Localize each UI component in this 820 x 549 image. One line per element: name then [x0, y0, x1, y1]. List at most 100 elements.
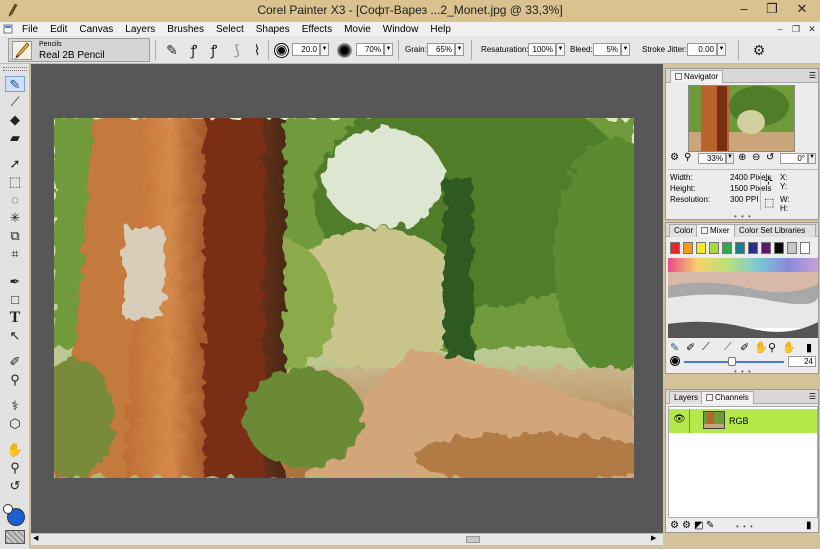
- grabber-icon[interactable]: ✋: [5, 442, 25, 458]
- stroke-jitter-dropdown[interactable]: ▼: [717, 43, 726, 56]
- dodge-icon[interactable]: ⚕: [5, 398, 25, 414]
- menu-layers[interactable]: Layers: [119, 24, 161, 35]
- tab-mixer[interactable]: Mixer: [696, 224, 735, 237]
- dropper-brush-icon[interactable]: ⟆: [228, 41, 246, 59]
- opacity-dropdown[interactable]: ▼: [384, 43, 393, 56]
- swatch-white[interactable]: [800, 242, 810, 254]
- doc-restore-button[interactable]: ❐: [788, 22, 804, 36]
- mixer-grabber-icon[interactable]: ✋: [754, 341, 768, 354]
- panel-close-icon[interactable]: [675, 73, 682, 80]
- swatch-purple[interactable]: [761, 242, 771, 254]
- text-tool-icon[interactable]: T: [5, 310, 25, 326]
- brush-size-slider-thumb[interactable]: [728, 357, 736, 366]
- minimize-button[interactable]: –: [730, 0, 758, 20]
- canvas-workspace[interactable]: [31, 64, 663, 533]
- mixer-pad[interactable]: [668, 258, 818, 338]
- restore-button[interactable]: ❐: [758, 0, 786, 20]
- eraser-tool-icon[interactable]: ▰: [5, 130, 25, 146]
- resaturation-field[interactable]: 100%: [528, 43, 556, 56]
- menu-select[interactable]: Select: [210, 24, 250, 35]
- menu-shapes[interactable]: Shapes: [250, 24, 296, 35]
- panel-resize-grip[interactable]: • • •: [734, 367, 752, 376]
- delete-channel-icon[interactable]: ▮: [806, 520, 812, 531]
- mixer-zoom-icon[interactable]: ⚲: [768, 341, 776, 354]
- menu-file[interactable]: File: [16, 24, 44, 35]
- zoom-in-icon[interactable]: ⊕: [738, 152, 746, 163]
- menu-help[interactable]: Help: [424, 24, 457, 35]
- brush-size-field[interactable]: 24: [788, 356, 816, 367]
- swatch-yellow[interactable]: [696, 242, 706, 254]
- panel-resize-grip[interactable]: • • •: [734, 212, 752, 221]
- zoom-icon[interactable]: ⚲: [684, 152, 691, 163]
- cloner-icon[interactable]: ✐: [5, 354, 25, 370]
- swatch-blue[interactable]: [748, 242, 758, 254]
- apply-color-icon[interactable]: ✎: [670, 341, 679, 354]
- tab-navigator[interactable]: Navigator: [670, 70, 724, 83]
- bleed-field[interactable]: 5%: [593, 43, 621, 56]
- magnifier-icon[interactable]: ⚲: [5, 460, 25, 476]
- swatch-black[interactable]: [774, 242, 784, 254]
- transform-icon[interactable]: ⧉: [5, 228, 25, 244]
- horizontal-scrollbar[interactable]: ◀ ▶: [31, 533, 663, 545]
- dab-icon[interactable]: ✎: [163, 41, 181, 59]
- sample-multiple-icon[interactable]: ⟋: [724, 341, 732, 354]
- panel-menu-icon[interactable]: ☰: [809, 392, 816, 401]
- mix-color-icon[interactable]: ✐: [686, 341, 695, 354]
- swatch-orange[interactable]: [683, 242, 693, 254]
- panel-menu-icon[interactable]: ☰: [809, 71, 816, 80]
- dropper-tool-icon[interactable]: ⟋: [5, 94, 25, 110]
- save-selection-icon[interactable]: ⚙: [682, 520, 691, 531]
- menu-movie[interactable]: Movie: [338, 24, 377, 35]
- mixer-dropper-icon[interactable]: ✐: [740, 341, 749, 354]
- tab-color[interactable]: Color: [669, 224, 699, 237]
- zoom-field[interactable]: 33%: [698, 153, 726, 164]
- doc-close-button[interactable]: ✕: [804, 22, 820, 36]
- zoom-dropdown[interactable]: ▼: [726, 153, 734, 164]
- sample-color-icon[interactable]: ⟋: [702, 341, 710, 354]
- channel-edit-icon[interactable]: ✎: [706, 520, 714, 531]
- visibility-eye-icon[interactable]: 👁: [673, 414, 686, 425]
- resaturation-dropdown[interactable]: ▼: [556, 43, 565, 56]
- invert-channel-icon[interactable]: ◩: [694, 520, 703, 531]
- navigator-settings-icon[interactable]: ⚙: [670, 152, 679, 163]
- panel-resize-grip[interactable]: • • •: [736, 522, 754, 531]
- menu-edit[interactable]: Edit: [44, 24, 73, 35]
- bleed-dropdown[interactable]: ▼: [621, 43, 630, 56]
- size-field[interactable]: 20.0: [292, 43, 320, 56]
- rotate-page-icon[interactable]: ↺: [5, 478, 25, 494]
- zoom-out-icon[interactable]: ⊖: [752, 152, 760, 163]
- layer-adjuster-icon[interactable]: ➚: [5, 156, 25, 172]
- stroke-alt-icon[interactable]: ꝭ: [205, 41, 223, 59]
- swatch-yellow-green[interactable]: [709, 242, 719, 254]
- menu-brushes[interactable]: Brushes: [161, 24, 210, 35]
- scroll-left-arrow[interactable]: ◀: [33, 534, 38, 542]
- tab-color-set-libraries[interactable]: Color Set Libraries: [734, 224, 816, 237]
- channel-row-rgb[interactable]: 👁 RGB: [669, 409, 817, 433]
- tab-channels[interactable]: Channels: [701, 391, 754, 404]
- rectangle-shape-icon[interactable]: □: [5, 292, 25, 308]
- crop-icon[interactable]: ⌗: [5, 246, 25, 262]
- mixer-pan-icon[interactable]: ✋: [782, 341, 796, 354]
- stroke-type-icon[interactable]: ꝭ: [185, 41, 203, 59]
- menu-canvas[interactable]: Canvas: [73, 24, 119, 35]
- document-icon[interactable]: [0, 22, 16, 36]
- rotate-icon[interactable]: ↺: [766, 152, 774, 163]
- mirror-icon[interactable]: ⬡: [5, 416, 25, 432]
- grain-field[interactable]: 65%: [427, 43, 455, 56]
- clear-mixer-icon[interactable]: ▮: [806, 341, 812, 354]
- paper-texture-swatch[interactable]: [5, 530, 25, 544]
- panel-close-icon[interactable]: [706, 394, 713, 401]
- grain-dropdown[interactable]: ▼: [455, 43, 464, 56]
- shape-selection-icon[interactable]: ↖: [5, 328, 25, 344]
- magic-wand-icon[interactable]: ✳: [5, 210, 25, 226]
- lasso-icon[interactable]: ◌: [5, 192, 25, 208]
- brush-settings-icon[interactable]: ⚙: [750, 41, 768, 59]
- navigator-preview[interactable]: [688, 85, 795, 152]
- rotation-field[interactable]: 0°: [780, 153, 808, 164]
- paint-bucket-icon[interactable]: ◆: [5, 112, 25, 128]
- rectangular-selection-icon[interactable]: ⬚: [5, 174, 25, 190]
- doc-minimize-button[interactable]: –: [772, 22, 788, 36]
- brush-selector[interactable]: Pencils Real 2B Pencil: [8, 38, 150, 62]
- swatch-teal[interactable]: [735, 242, 745, 254]
- menu-effects[interactable]: Effects: [296, 24, 338, 35]
